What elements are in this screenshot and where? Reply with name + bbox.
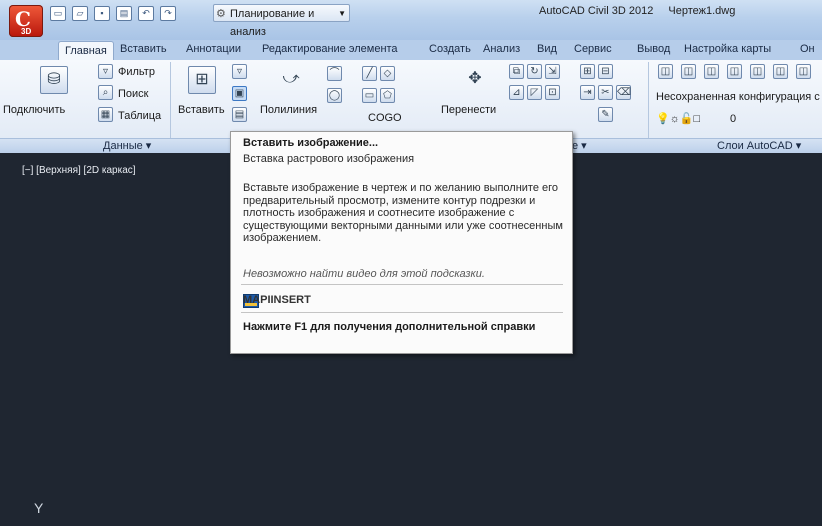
move-label[interactable]: Перенести — [441, 104, 496, 116]
filter-label[interactable]: Фильтр — [118, 66, 155, 78]
trim-icon[interactable]: ✂ — [598, 85, 613, 100]
stretch-icon[interactable]: ⊡ — [545, 85, 560, 100]
quick-access-toolbar: ▭ ▱ ▪ ▤ ↶ ↷ — [50, 6, 176, 21]
mirror-icon[interactable]: ⊿ — [509, 85, 524, 100]
ribbon-tabs: Главная Вставить Аннотации Редактировани… — [0, 40, 822, 62]
layer-tool-icon[interactable]: ◫ — [773, 64, 788, 79]
move-icon[interactable]: ✥ — [461, 66, 489, 94]
tooltip-title: Вставить изображение... — [243, 137, 379, 149]
layer-name[interactable]: 0 — [730, 113, 736, 125]
polygon-icon[interactable]: ⬠ — [380, 88, 395, 103]
tab-manage[interactable]: Сервис — [574, 43, 612, 55]
rectangle-icon[interactable]: ▭ — [362, 88, 377, 103]
circle-icon[interactable]: ◯ — [327, 88, 342, 103]
tab-online[interactable]: Он — [800, 43, 815, 55]
diamond-icon[interactable]: ◇ — [380, 66, 395, 81]
viewport-label[interactable]: [−] [Верхняя] [2D каркас] — [22, 165, 136, 176]
panel-layers-title[interactable]: Слои AutoCAD ▾ — [717, 139, 801, 153]
erase-icon[interactable]: ⌫ — [616, 85, 631, 100]
layer-tool-icon[interactable]: ◫ — [681, 64, 696, 79]
workspace-dropdown[interactable]: ⚙ Планирование и анализ ▼ — [213, 4, 350, 38]
polyline-icon[interactable]: ⤻ — [277, 66, 305, 94]
arc-icon[interactable]: ⌒ — [327, 66, 342, 81]
panel-modify-title[interactable]: е ▾ — [572, 139, 587, 153]
workspace-label: Планирование и анализ — [230, 8, 315, 38]
tooltip-no-video: Невозможно найти видео для этой подсказк… — [243, 268, 485, 280]
connect-db-icon[interactable]: ⛁ — [40, 66, 68, 94]
tab-create[interactable]: Создать — [429, 43, 471, 55]
open-folder-icon[interactable]: ▱ — [72, 6, 88, 21]
file-title: Чертеж1.dwg — [668, 5, 736, 17]
app-logo-sub: 3D — [21, 27, 32, 36]
insert-block-icon[interactable]: ⊞ — [188, 66, 216, 94]
layer-state-icons[interactable]: 💡☼🔓□ — [656, 112, 700, 125]
new-file-icon[interactable]: ▭ — [50, 6, 66, 21]
tab-modify[interactable]: Редактирование элемента — [262, 43, 398, 55]
insert-image-icon[interactable]: ▣ — [232, 86, 247, 101]
ucs-icon: Y — [34, 500, 44, 516]
table-label[interactable]: Таблица — [118, 110, 161, 122]
layer-tool-icon[interactable]: ◫ — [704, 64, 719, 79]
tab-home[interactable]: Главная — [58, 41, 114, 62]
connect-label[interactable]: Подключить — [3, 104, 65, 116]
tooltip-description: Вставьте изображение в чертеж и по желан… — [243, 182, 563, 244]
insert-label[interactable]: Вставить — [178, 104, 225, 116]
redo-icon[interactable]: ↷ — [160, 6, 176, 21]
attach-icon[interactable]: ▤ — [232, 107, 247, 122]
panel-data-title[interactable]: Данные ▾ — [103, 139, 151, 153]
window-title: AutoCAD Civil 3D 2012 Чертеж1.dwg — [539, 5, 747, 17]
array-icon[interactable]: ⊞ — [580, 64, 595, 79]
layer-config-dropdown[interactable]: Несохраненная конфигурация с — [656, 91, 820, 103]
tooltip-help: Нажмите F1 для получения дополнительной … — [243, 321, 536, 333]
tab-analyze[interactable]: Анализ — [483, 43, 520, 55]
filter-icon[interactable]: ▿ — [98, 64, 113, 79]
search-icon[interactable]: ⌕ — [98, 85, 113, 100]
polyline-label[interactable]: Полилиния — [260, 104, 317, 116]
fillet-icon[interactable]: ◸ — [527, 85, 542, 100]
print-icon[interactable]: ▤ — [116, 6, 132, 21]
copy-icon[interactable]: ⧉ — [509, 64, 524, 79]
tooltip-command: MAPIINSERT — [243, 294, 311, 306]
properties-icon[interactable]: ⊟ — [598, 64, 613, 79]
title-bar: C 3D ▭ ▱ ▪ ▤ ↶ ↷ ⚙ Планирование и анализ… — [0, 0, 822, 40]
tab-output[interactable]: Вывод — [637, 43, 670, 55]
save-icon[interactable]: ▪ — [94, 6, 110, 21]
funnel-icon[interactable]: ▿ — [232, 64, 247, 79]
layer-tool-icon[interactable]: ◫ — [658, 64, 673, 79]
undo-icon[interactable]: ↶ — [138, 6, 154, 21]
gear-icon: ⚙ — [216, 8, 226, 20]
tab-map-setup[interactable]: Настройка карты — [684, 43, 771, 55]
tooltip-panel: Вставить изображение... Вставка растрово… — [230, 131, 573, 354]
search-label[interactable]: Поиск — [118, 88, 148, 100]
application-menu-button[interactable]: C 3D — [9, 5, 43, 37]
scale-icon[interactable]: ⇲ — [545, 64, 560, 79]
chevron-down-icon: ▼ — [338, 9, 346, 18]
app-title: AutoCAD Civil 3D 2012 — [539, 5, 654, 17]
tooltip-divider — [241, 312, 563, 313]
tab-insert[interactable]: Вставить — [120, 43, 167, 55]
table-icon[interactable]: ▦ — [98, 107, 113, 122]
layer-tool-icon[interactable]: ◫ — [750, 64, 765, 79]
extend-icon[interactable]: ⇥ — [580, 85, 595, 100]
tooltip-divider — [241, 284, 563, 285]
tab-annotate[interactable]: Аннотации — [186, 43, 241, 55]
tab-view[interactable]: Вид — [537, 43, 557, 55]
line-icon[interactable]: ╱ — [362, 66, 377, 81]
rotate-icon[interactable]: ↻ — [527, 64, 542, 79]
cogo-label[interactable]: COGO — [368, 112, 402, 124]
tooltip-subtitle: Вставка растрового изображения — [243, 153, 415, 165]
brush-icon[interactable]: ✎ — [598, 107, 613, 122]
layer-tool-icon[interactable]: ◫ — [727, 64, 742, 79]
layer-tool-icon[interactable]: ◫ — [796, 64, 811, 79]
